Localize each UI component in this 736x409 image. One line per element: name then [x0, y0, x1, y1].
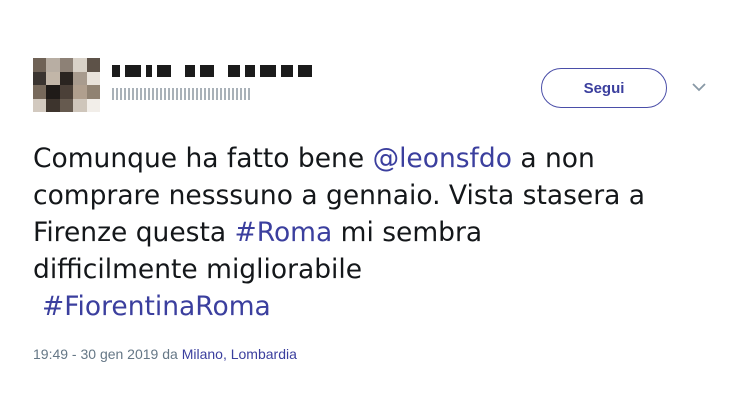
tweet-text-segment: Firenze questa	[33, 217, 235, 248]
avatar-pixel	[46, 98, 60, 112]
tweet-text-line: comprare nesssuno a gennaio. Vista stase…	[33, 180, 646, 211]
avatar-pixel	[86, 71, 100, 85]
from-label: da	[158, 346, 182, 362]
avatar-pixel	[86, 58, 100, 72]
tweet-metadata: 19:49 - 30 gen 2019 da Milano, Lombardia	[33, 346, 297, 362]
avatar-pixel	[73, 85, 87, 99]
chevron-down-icon[interactable]	[692, 82, 706, 92]
avatar-pixel	[33, 58, 47, 72]
timestamp[interactable]: 19:49 - 30 gen 2019	[33, 346, 158, 362]
avatar-pixel	[33, 98, 47, 112]
tweet-text-segment: mi sembra	[332, 217, 483, 248]
avatar-pixel	[46, 85, 60, 99]
avatar-pixel	[86, 98, 100, 112]
avatar-pixel	[73, 58, 87, 72]
avatar-pixel	[33, 71, 47, 85]
avatar-pixel	[59, 98, 74, 112]
avatar-pixel	[59, 71, 74, 85]
avatar-pixel	[86, 85, 100, 99]
follow-button[interactable]: Segui	[541, 68, 667, 108]
handle-redacted[interactable]	[112, 88, 252, 100]
avatar[interactable]	[33, 58, 100, 112]
location-link[interactable]: Milano, Lombardia	[182, 346, 297, 362]
tweet-text-segment: a non	[511, 143, 595, 174]
mention-link[interactable]: @leonsfdo	[373, 143, 512, 174]
tweet-text: Comunque ha fatto bene @leonsfdo a non c…	[33, 140, 713, 325]
avatar-pixel	[73, 98, 87, 112]
tweet-text-line: difficilmente migliorabile	[33, 254, 363, 285]
hashtag-link-roma[interactable]: #Roma	[235, 217, 333, 248]
avatar-pixel	[59, 58, 74, 72]
avatar-pixel	[46, 71, 60, 85]
avatar-pixel	[33, 85, 47, 99]
hashtag-link-fiorentinaroma[interactable]: #FiorentinaRoma	[42, 291, 271, 322]
avatar-pixel	[59, 85, 74, 99]
avatar-pixel	[73, 71, 87, 85]
tweet-text-segment: Comunque ha fatto bene	[33, 143, 373, 174]
display-name-redacted[interactable]	[112, 64, 312, 78]
avatar-pixel	[46, 58, 60, 72]
